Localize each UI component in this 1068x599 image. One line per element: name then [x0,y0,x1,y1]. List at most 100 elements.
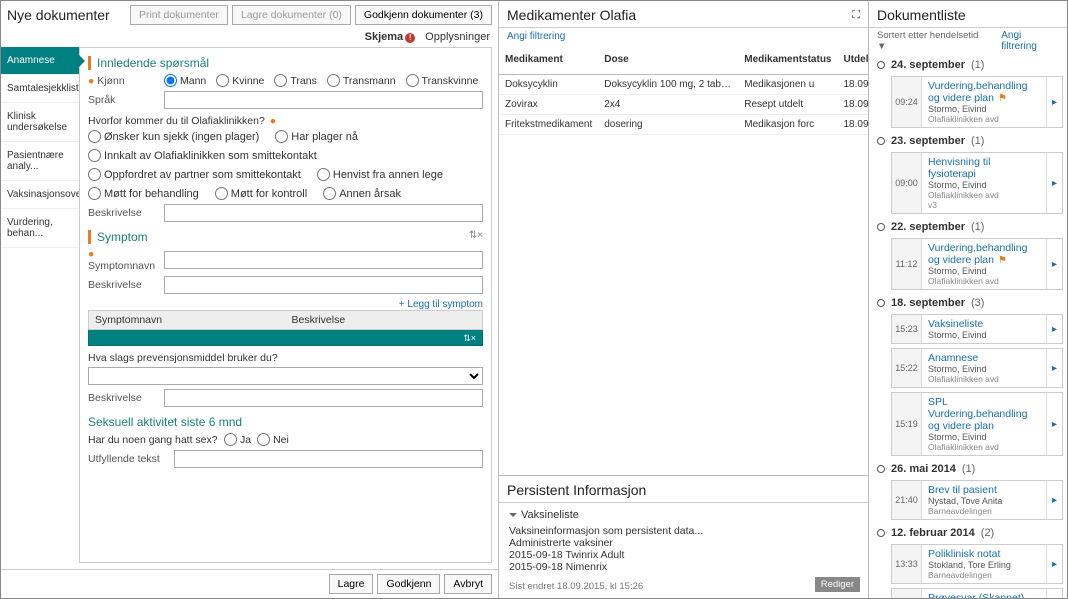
radio-hvorfor-6[interactable]: Møtt for kontroll [215,187,307,200]
radio-nei[interactable]: Nei [257,433,289,446]
input-sprak[interactable] [164,91,483,109]
save-docs-button[interactable]: Lagre dokumenter (0) [232,5,351,25]
date-head[interactable]: 24. september (1) [877,56,1063,74]
sort-label[interactable]: Sortert etter hendelsetid ▼ [877,30,989,52]
date-head[interactable]: 12. februar 2014 (2) [877,524,1063,542]
tab-skjema[interactable]: Skjema! [365,31,416,43]
doc-dept: Olafiaklinikken avd [928,276,1040,286]
doc-action-icon[interactable]: ▸ [1046,589,1062,598]
input-beskrivelse2[interactable] [164,276,483,294]
med-row[interactable]: FritekstmedikamentdoseringMedikasjon for… [499,115,868,135]
radio-kjonn-3[interactable]: Transmann [327,74,396,87]
med-table: MedikamentDoseMedikamentstatusUtdeltidGi… [499,44,868,135]
sidebar-item-anamnese[interactable]: Anamnese [1,47,79,75]
radio-hvorfor-7[interactable]: Annen årsak [323,187,401,200]
doc-action-icon[interactable]: ▸ [1046,393,1062,455]
lagre-button[interactable]: Lagre [329,574,374,594]
mid-filter-link[interactable]: Angi filtrering [507,31,565,42]
label-beskrivelse2: Beskrivelse [88,279,158,291]
doc-card[interactable]: 13:33 Poliklinisk notatStokland, Tore Erl… [891,544,1063,584]
doc-title[interactable]: Henvisning til fysioterapi [928,156,1040,180]
avbryt-button[interactable]: Avbryt [444,574,492,594]
doc-action-icon[interactable]: ▸ [1046,315,1062,343]
select-prevensjon[interactable] [88,367,483,385]
label-beskrivelse1: Beskrivelse [88,207,158,219]
right-filter-link[interactable]: Angi filtrering [1001,30,1059,52]
date-head[interactable]: 26. mai 2014 (1) [877,460,1063,478]
tab-opplysninger[interactable]: Opplysninger [425,31,490,43]
label-beskrivelse3: Beskrivelse [88,392,158,404]
med-col[interactable]: Medikament [499,44,598,75]
doc-title[interactable]: Vaksineliste [928,318,1040,330]
input-utfyllende[interactable] [174,450,483,468]
input-beskrivelse3[interactable] [164,389,483,407]
doc-author: Stokland, Tore Erling [928,560,1040,570]
doc-card[interactable]: 09:05Prøvesvar (Skannet)Automatisk Godkj… [891,588,1063,598]
radio-kjonn-2[interactable]: Trans [274,74,316,87]
radio-hvorfor-4[interactable]: Henvist fra annen lege [317,168,443,181]
flag-icon: ⚑ [998,93,1007,104]
sidebar-item-klinisk[interactable]: Klinisk undersøkelse [1,103,79,142]
label-sprak: Språk [88,94,158,106]
input-symptomnavn[interactable] [164,251,483,269]
doc-title[interactable]: Anamnese [928,352,1040,364]
doc-card[interactable]: 09:00Henvisning til fysioterapiStormo, E… [891,152,1063,214]
med-row[interactable]: Zovirax2x4Resept utdelt18.09.2015EIVIND … [499,95,868,115]
approve-docs-button[interactable]: Godkjenn dokumenter (3) [355,5,492,25]
doc-card[interactable]: 15:19SPL Vurdering,behandling og videre … [891,392,1063,456]
radio-hvorfor-0[interactable]: Ønsker kun sjekk (ingen plager) [88,130,259,143]
doc-card[interactable]: 09:24Vurdering,behandling og videre plan… [891,76,1063,128]
doc-action-icon[interactable]: ▸ [1046,545,1062,583]
doc-action-icon[interactable]: ▸ [1046,481,1062,519]
doc-title[interactable]: Brev til pasient [928,484,1040,496]
doc-title[interactable]: Prøvesvar (Skannet) [928,592,1040,598]
doc-title[interactable]: SPL Vurdering,behandling og videre plan [928,396,1040,432]
date-head[interactable]: 18. september (3) [877,294,1063,312]
sidebar-item-vaksinasjon[interactable]: Vaksinasjonsoversi... [1,181,79,209]
flag-icon: ⚑ [998,255,1007,266]
doc-time: 15:23 [892,315,922,343]
acc-vaksineliste[interactable]: Vaksineliste [509,509,858,521]
godkjenn-button[interactable]: Godkjenn [377,574,440,594]
doc-card[interactable]: 21:40Brev til pasientNystad, Tove AnitaB… [891,480,1063,520]
add-symptom-link[interactable]: + Legg til symptom [399,299,483,310]
radio-hvorfor-3[interactable]: Oppfordret av partner som smittekontakt [88,168,301,181]
doc-title[interactable]: Poliklinisk notat [928,548,1040,560]
sidebar-item-pasient[interactable]: Pasientnære analy... [1,142,79,181]
doc-title[interactable]: Vurdering,behandling og videre plan⚑ [928,80,1040,104]
date-head[interactable]: 23. september (1) [877,132,1063,150]
doc-title[interactable]: Vurdering,behandling og videre plan⚑ [928,242,1040,266]
doc-card[interactable]: 15:22AnamneseStormo, EivindOlafiaklinikk… [891,348,1063,388]
doc-action-icon[interactable]: ▸ [1046,349,1062,387]
doc-action-icon[interactable]: ▸ [1046,153,1062,213]
sidebar-item-samtale[interactable]: Samtalesjekkliste [1,75,79,103]
radio-hvorfor-2[interactable]: Innkalt av Olafiaklinikken som smittekon… [88,149,317,162]
doc-time: 13:33 [892,545,922,583]
expand-icon[interactable]: ⛶ [852,9,860,22]
doc-card[interactable]: 11:12Vurdering,behandling og videre plan… [891,238,1063,290]
input-beskrivelse1[interactable] [164,204,483,222]
med-col[interactable]: Medikamentstatus [738,44,837,75]
radio-kjonn-4[interactable]: Transkvinne [406,74,479,87]
radio-kjonn-0[interactable]: Mann [164,74,206,87]
med-row[interactable]: DoksycyklinDoksycyklin 100 mg, 2 tabl da… [499,75,868,95]
doc-action-icon[interactable]: ▸ [1046,239,1062,289]
label-symptomnavn: ● Symptomnavn [88,248,158,272]
doc-author: Stormo, Eivind [928,266,1040,276]
med-col[interactable]: Utdeltid [838,44,869,75]
doc-action-icon[interactable]: ▸ [1046,77,1062,127]
med-col[interactable]: Dose [598,44,738,75]
sidebar-item-vurdering[interactable]: Vurdering, behan... [1,209,79,248]
print-button[interactable]: Print dokumenter [130,5,228,25]
date-head[interactable]: 22. september (1) [877,218,1063,236]
doc-card[interactable]: 15:23VaksinelisteStormo, Eivind▸ [891,314,1063,344]
radio-hvorfor-5[interactable]: Møtt for behandling [88,187,199,200]
symptom-table-bar[interactable]: ⇅× [88,330,483,346]
alert-icon: ! [405,33,415,43]
radio-kjonn-1[interactable]: Kvinne [216,74,264,87]
radio-ja[interactable]: Ja [224,433,251,446]
radio-hvorfor-1[interactable]: Har plager nå [275,130,358,143]
persistent-title: Persistent Informasjon [507,482,646,498]
rediger-button[interactable]: Rediger [815,577,860,592]
collapse-icon[interactable]: ⇅× [469,230,483,244]
